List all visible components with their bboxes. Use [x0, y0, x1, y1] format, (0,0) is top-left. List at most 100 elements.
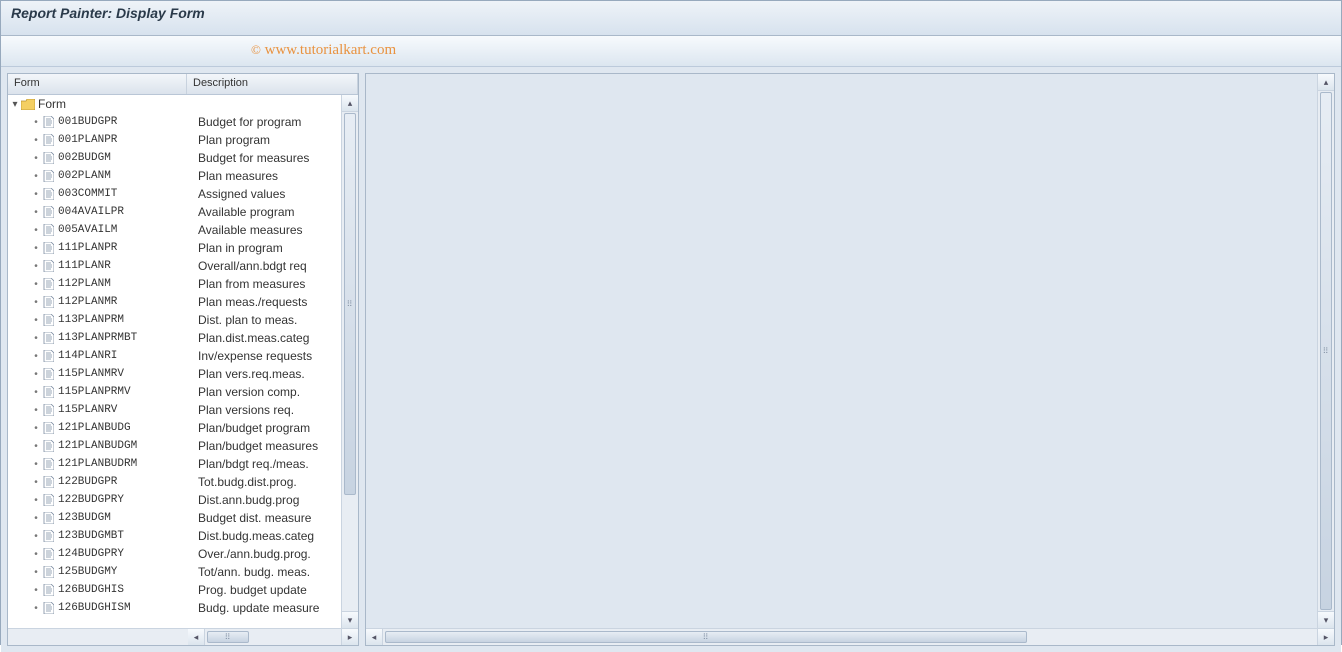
- content-horizontal-scrollbar[interactable]: ◂ ⠿ ▸: [366, 628, 1334, 645]
- hscroll-track[interactable]: ⠿: [205, 629, 341, 645]
- item-form: 126BUDGHISM: [58, 602, 198, 614]
- item-form: 123BUDGMBT: [58, 530, 198, 542]
- document-icon: [40, 314, 56, 326]
- hscroll-thumb[interactable]: ⠿: [207, 631, 249, 643]
- hscroll-track[interactable]: ⠿: [383, 629, 1317, 645]
- column-description[interactable]: Description: [187, 74, 358, 94]
- item-form: 004AVAILPR: [58, 206, 198, 218]
- document-icon: [40, 188, 56, 200]
- tree-item[interactable]: •124BUDGPRYOver./ann.budg.prog.: [8, 545, 342, 563]
- expand-icon[interactable]: ▾: [10, 99, 20, 110]
- scroll-right-button[interactable]: ▸: [341, 629, 358, 645]
- tree-item[interactable]: •001BUDGPRBudget for program: [8, 113, 342, 131]
- tree-item[interactable]: •121PLANBUDRMPlan/bdgt req./meas.: [8, 455, 342, 473]
- watermark-text: www.tutorialkart.com: [265, 42, 397, 58]
- item-description: Plan/bdgt req./meas.: [198, 457, 342, 471]
- document-icon: [40, 584, 56, 596]
- scroll-down-button[interactable]: ▾: [342, 611, 358, 628]
- tree-item[interactable]: •112PLANMPlan from measures: [8, 275, 342, 293]
- bullet-icon: •: [32, 405, 40, 416]
- tree-item[interactable]: •114PLANRIInv/expense requests: [8, 347, 342, 365]
- bullet-icon: •: [32, 585, 40, 596]
- item-description: Budget for program: [198, 115, 342, 129]
- tree-item[interactable]: •005AVAILMAvailable measures: [8, 221, 342, 239]
- scroll-left-button[interactable]: ◂: [366, 629, 383, 645]
- tree-item[interactable]: •115PLANMRVPlan vers.req.meas.: [8, 365, 342, 383]
- tree-item[interactable]: •002BUDGMBudget for measures: [8, 149, 342, 167]
- tree-item[interactable]: •113PLANPRMDist. plan to meas.: [8, 311, 342, 329]
- item-form: 126BUDGHIS: [58, 584, 198, 596]
- item-description: Plan measures: [198, 169, 342, 183]
- scroll-thumb[interactable]: ⠿: [344, 113, 356, 495]
- item-description: Dist.budg.meas.categ: [198, 529, 342, 543]
- bullet-icon: •: [32, 423, 40, 434]
- tree-item[interactable]: •001PLANPRPlan program: [8, 131, 342, 149]
- tree-item[interactable]: •125BUDGMYTot/ann. budg. meas.: [8, 563, 342, 581]
- item-form: 123BUDGM: [58, 512, 198, 524]
- tree-item[interactable]: •121PLANBUDGMPlan/budget measures: [8, 437, 342, 455]
- item-form: 115PLANRV: [58, 404, 198, 416]
- item-description: Dist.ann.budg.prog: [198, 493, 342, 507]
- tree-scroll[interactable]: ▾ Form •001BUDGPRBudget for program•001P…: [8, 95, 342, 628]
- bullet-icon: •: [32, 495, 40, 506]
- item-form: 125BUDGMY: [58, 566, 198, 578]
- folder-icon: [20, 99, 36, 110]
- tree-item[interactable]: •122BUDGPRTot.budg.dist.prog.: [8, 473, 342, 491]
- tree-item[interactable]: •115PLANPRMVPlan version comp.: [8, 383, 342, 401]
- bullet-icon: •: [32, 171, 40, 182]
- tree-item[interactable]: •004AVAILPRAvailable program: [8, 203, 342, 221]
- document-icon: [40, 512, 56, 524]
- item-description: Tot.budg.dist.prog.: [198, 475, 342, 489]
- bullet-icon: •: [32, 387, 40, 398]
- document-icon: [40, 278, 56, 290]
- tree-item[interactable]: • 121PLANBUDGPlan/budget program: [8, 419, 342, 437]
- tree-horizontal-scrollbar[interactable]: ◂ ⠿ ▸: [8, 628, 358, 645]
- tree-item[interactable]: •002PLANMPlan measures: [8, 167, 342, 185]
- scroll-right-button[interactable]: ▸: [1317, 629, 1334, 645]
- tree-item[interactable]: •123BUDGMBudget dist. measure: [8, 509, 342, 527]
- content-body: ▴ ⠿ ▾: [366, 74, 1334, 628]
- copyright-symbol: ©: [251, 42, 261, 57]
- scroll-left-button[interactable]: ◂: [188, 629, 205, 645]
- column-form[interactable]: Form: [8, 74, 187, 94]
- scroll-up-button[interactable]: ▴: [342, 95, 358, 112]
- tree-item[interactable]: • 122BUDGPRYDist.ann.budg.prog: [8, 491, 342, 509]
- tree-item[interactable]: •111PLANPRPlan in program: [8, 239, 342, 257]
- item-form: 121PLANBUDG: [58, 422, 198, 434]
- tree-item[interactable]: •112PLANMRPlan meas./requests: [8, 293, 342, 311]
- tree-root-label: Form: [38, 97, 178, 111]
- bullet-icon: •: [32, 549, 40, 560]
- bullet-icon: •: [32, 477, 40, 488]
- bullet-icon: •: [32, 513, 40, 524]
- item-form: 001BUDGPR: [58, 116, 198, 128]
- hscroll-thumb[interactable]: ⠿: [385, 631, 1027, 643]
- bullet-icon: •: [32, 153, 40, 164]
- item-form: 002BUDGM: [58, 152, 198, 164]
- document-icon: [40, 206, 56, 218]
- document-icon: [40, 602, 56, 614]
- document-icon: [40, 440, 56, 452]
- tree-item[interactable]: •126BUDGHISProg. budget update: [8, 581, 342, 599]
- tree-vertical-scrollbar[interactable]: ▴ ⠿ ▾: [341, 95, 358, 628]
- title-bar: Report Painter: Display Form: [1, 1, 1341, 36]
- tree-item[interactable]: •123BUDGMBTDist.budg.meas.categ: [8, 527, 342, 545]
- tree-item[interactable]: •003COMMITAssigned values: [8, 185, 342, 203]
- tree-item[interactable]: •111PLANROverall/ann.bdgt req: [8, 257, 342, 275]
- item-form: 124BUDGPRY: [58, 548, 198, 560]
- tree-item[interactable]: •126BUDGHISMBudg. update measure: [8, 599, 342, 617]
- bullet-icon: •: [32, 441, 40, 452]
- document-icon: [40, 260, 56, 272]
- tree-item[interactable]: •115PLANRVPlan versions req.: [8, 401, 342, 419]
- item-form: 114PLANRI: [58, 350, 198, 362]
- item-description: Plan/budget program: [198, 421, 342, 435]
- scroll-down-button[interactable]: ▾: [1318, 611, 1334, 628]
- tree-item[interactable]: •113PLANPRMBTPlan.dist.meas.categ: [8, 329, 342, 347]
- content-vertical-scrollbar[interactable]: ▴ ⠿ ▾: [1317, 74, 1334, 628]
- document-icon: [40, 170, 56, 182]
- tree-root[interactable]: ▾ Form: [8, 95, 342, 113]
- scroll-up-button[interactable]: ▴: [1318, 74, 1334, 91]
- item-form: 111PLANPR: [58, 242, 198, 254]
- item-form: 111PLANR: [58, 260, 198, 272]
- scroll-thumb[interactable]: ⠿: [1320, 92, 1332, 610]
- item-form: 122BUDGPRY: [58, 494, 198, 506]
